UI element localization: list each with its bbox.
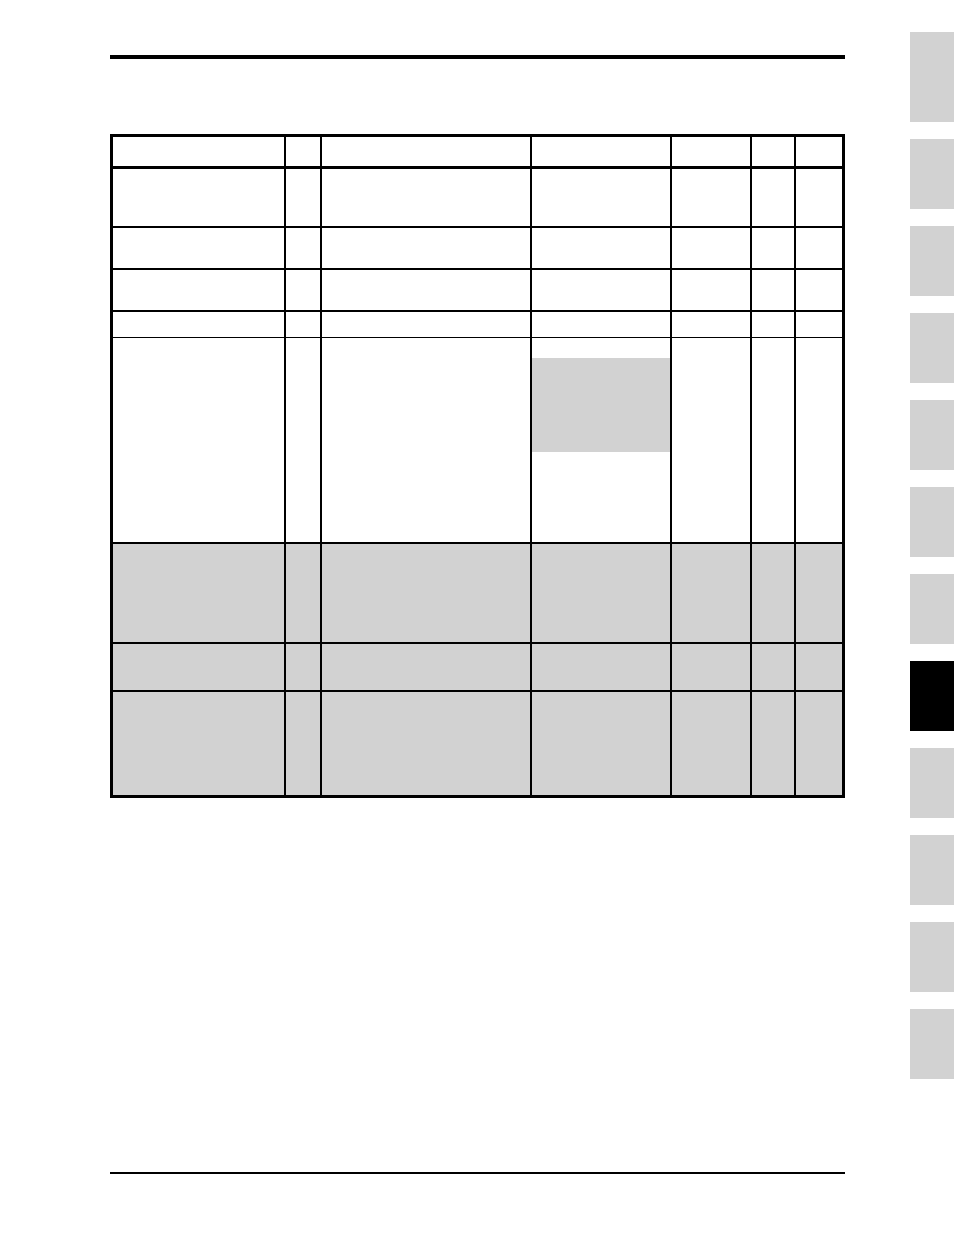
cell: [671, 543, 751, 643]
cell: [795, 643, 842, 691]
cell: [285, 643, 321, 691]
inner-shaded-block: [532, 358, 670, 452]
cell: [671, 269, 751, 311]
cell: [531, 311, 671, 337]
cell: [321, 691, 531, 795]
cell: [751, 337, 795, 543]
cell: [531, 643, 671, 691]
cell: [531, 543, 671, 643]
cell: [795, 311, 842, 337]
cell: [671, 337, 751, 543]
cell: [285, 691, 321, 795]
side-tab[interactable]: [910, 748, 954, 818]
top-rule: [110, 55, 845, 59]
cell: [285, 167, 321, 227]
cell: [113, 167, 285, 227]
side-tab[interactable]: [910, 487, 954, 557]
cell: [285, 543, 321, 643]
cell: [795, 691, 842, 795]
cell: [795, 543, 842, 643]
side-tab[interactable]: [910, 574, 954, 644]
cell: [285, 227, 321, 269]
cell: [321, 643, 531, 691]
table-row: [113, 543, 842, 643]
header-cell: [113, 137, 285, 167]
cell: [531, 269, 671, 311]
cell: [531, 691, 671, 795]
table-header-row: [113, 137, 842, 167]
cell: [285, 337, 321, 543]
cell: [671, 311, 751, 337]
cell: [113, 543, 285, 643]
side-tab[interactable]: [910, 313, 954, 383]
cell: [321, 311, 531, 337]
cell: [531, 337, 671, 543]
cell: [751, 643, 795, 691]
table-row: [113, 643, 842, 691]
table-row: [113, 269, 842, 311]
cell: [751, 311, 795, 337]
header-cell: [795, 137, 842, 167]
page-content: [110, 55, 845, 798]
cell: [671, 643, 751, 691]
table-row: [113, 311, 842, 337]
side-tab[interactable]: [910, 226, 954, 296]
header-cell: [285, 137, 321, 167]
cell: [321, 337, 531, 543]
header-cell: [321, 137, 531, 167]
side-tab[interactable]: [910, 835, 954, 905]
cell: [751, 691, 795, 795]
table-row: [113, 227, 842, 269]
side-tabs: [910, 32, 954, 1096]
header-cell: [671, 137, 751, 167]
cell: [531, 167, 671, 227]
cell: [321, 269, 531, 311]
cell: [751, 227, 795, 269]
cell: [285, 269, 321, 311]
cell: [671, 167, 751, 227]
main-table: [110, 134, 845, 798]
table-row: [113, 337, 842, 543]
side-tab[interactable]: [910, 400, 954, 470]
cell: [113, 691, 285, 795]
side-tab[interactable]: [910, 922, 954, 992]
table-row: [113, 167, 842, 227]
cell: [751, 269, 795, 311]
side-tab[interactable]: [910, 139, 954, 209]
cell: [285, 311, 321, 337]
side-tab[interactable]: [910, 32, 954, 122]
cell: [113, 643, 285, 691]
cell: [321, 167, 531, 227]
cell: [113, 311, 285, 337]
side-tab[interactable]: [910, 1009, 954, 1079]
cell: [795, 167, 842, 227]
cell: [113, 227, 285, 269]
cell: [321, 227, 531, 269]
cell: [795, 337, 842, 543]
bottom-rule: [110, 1172, 845, 1174]
cell: [321, 543, 531, 643]
header-cell: [751, 137, 795, 167]
cell: [671, 227, 751, 269]
table-row: [113, 691, 842, 795]
cell: [795, 269, 842, 311]
cell: [113, 269, 285, 311]
header-cell: [531, 137, 671, 167]
side-tab-active[interactable]: [910, 661, 954, 731]
cell: [751, 543, 795, 643]
cell: [751, 167, 795, 227]
cell: [113, 337, 285, 543]
cell: [531, 227, 671, 269]
cell: [795, 227, 842, 269]
cell: [671, 691, 751, 795]
